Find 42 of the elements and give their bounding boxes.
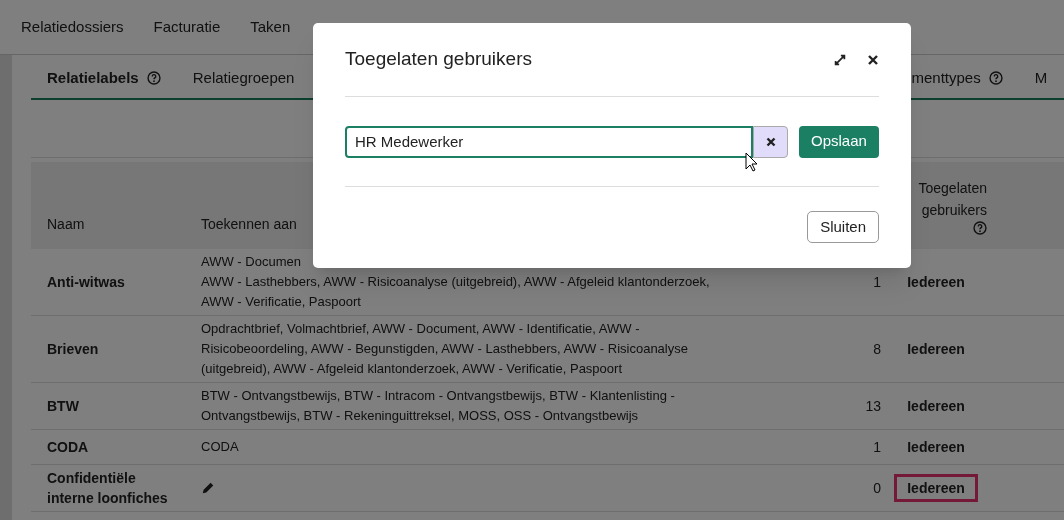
users-cell-text: Iedereen <box>906 438 966 457</box>
document-types-cell-text: CODA <box>201 438 239 456</box>
users-cell-text: Iedereen <box>906 397 966 416</box>
name-cell-text: Anti-witwas <box>46 273 126 292</box>
user-field[interactable]: HR Medewerker <box>345 125 753 158</box>
name-cell-text: BTW <box>46 397 80 416</box>
users-cell-text: Iedereen <box>906 340 966 359</box>
clear-icon <box>765 136 776 147</box>
count-cell-text: 0 <box>872 479 881 498</box>
nav-item[interactable]: Facturatie <box>153 15 221 39</box>
tab[interactable]: Relatielabels <box>31 58 177 98</box>
tab[interactable]: Relatiegroepen <box>176 58 311 98</box>
pencil-icon[interactable] <box>201 481 215 495</box>
cursor-icon <box>745 152 759 172</box>
name-cell-text: Brieven <box>46 340 100 359</box>
close-icon[interactable] <box>867 53 879 66</box>
tab[interactable]: M <box>1018 58 1064 98</box>
count-cell-text: 1 <box>872 273 881 292</box>
count-cell-text: 8 <box>872 340 881 359</box>
count-cell-text: 1 <box>872 438 881 457</box>
users-cell-text: Iedereen <box>906 273 966 292</box>
dialog-title: Toegelaten gebruikers <box>345 47 532 72</box>
column-header: Toegelaten gebruikers <box>917 179 987 220</box>
document-types-cell-text: Opdrachtbrief, Volmachtbrief, AWW - Document, AWW - Identificatie, AWW - Risicobeoordeling, AWW - Begunstigden, AWW - Lasthebbers, AWW - Risicoanalyse (uitgebreid), AWW - Afgeleid klantonderzoek, AWW - Verificatie, Paspoort <box>201 320 688 378</box>
expand-icon[interactable] <box>833 52 847 67</box>
nav-item[interactable]: Relatiedossiers <box>21 15 124 39</box>
document-types-cell-text: BTW - Ontvangstbewijs, BTW - Intracom - Ontvangstbewijs, BTW - Klantenlisting - Ontvangstbewijs, BTW - Rekeninguittreksel, MOSS, OSS - Ontvangstbewijs <box>201 387 675 425</box>
column-header: Naam <box>46 215 86 234</box>
help-icon[interactable] <box>988 71 1003 85</box>
count-cell-text: 13 <box>864 397 881 416</box>
tab[interactable]: menttypes <box>895 58 1019 98</box>
document-types-cell-text: AWW - Documen AWW - Lasthebbers, AWW - Risicoanalyse (uitgebreid), AWW - Afgeleid klantonderzoek, AWW - Verificatie, Paspoort <box>201 253 710 311</box>
nav-item[interactable]: Taken <box>250 15 291 39</box>
clear-button[interactable] <box>753 125 788 158</box>
close-button[interactable]: Sluiten <box>807 211 879 243</box>
help-icon[interactable] <box>973 221 987 235</box>
users-cell: Iedereen <box>894 474 978 502</box>
name-cell-text: CODA <box>46 438 90 457</box>
save-button[interactable]: Opslaan <box>799 125 879 158</box>
help-icon[interactable] <box>146 71 161 85</box>
column-header: Toekennen aan <box>201 216 297 232</box>
name-cell-text: Confidentiële interne loonfiches <box>46 469 169 508</box>
